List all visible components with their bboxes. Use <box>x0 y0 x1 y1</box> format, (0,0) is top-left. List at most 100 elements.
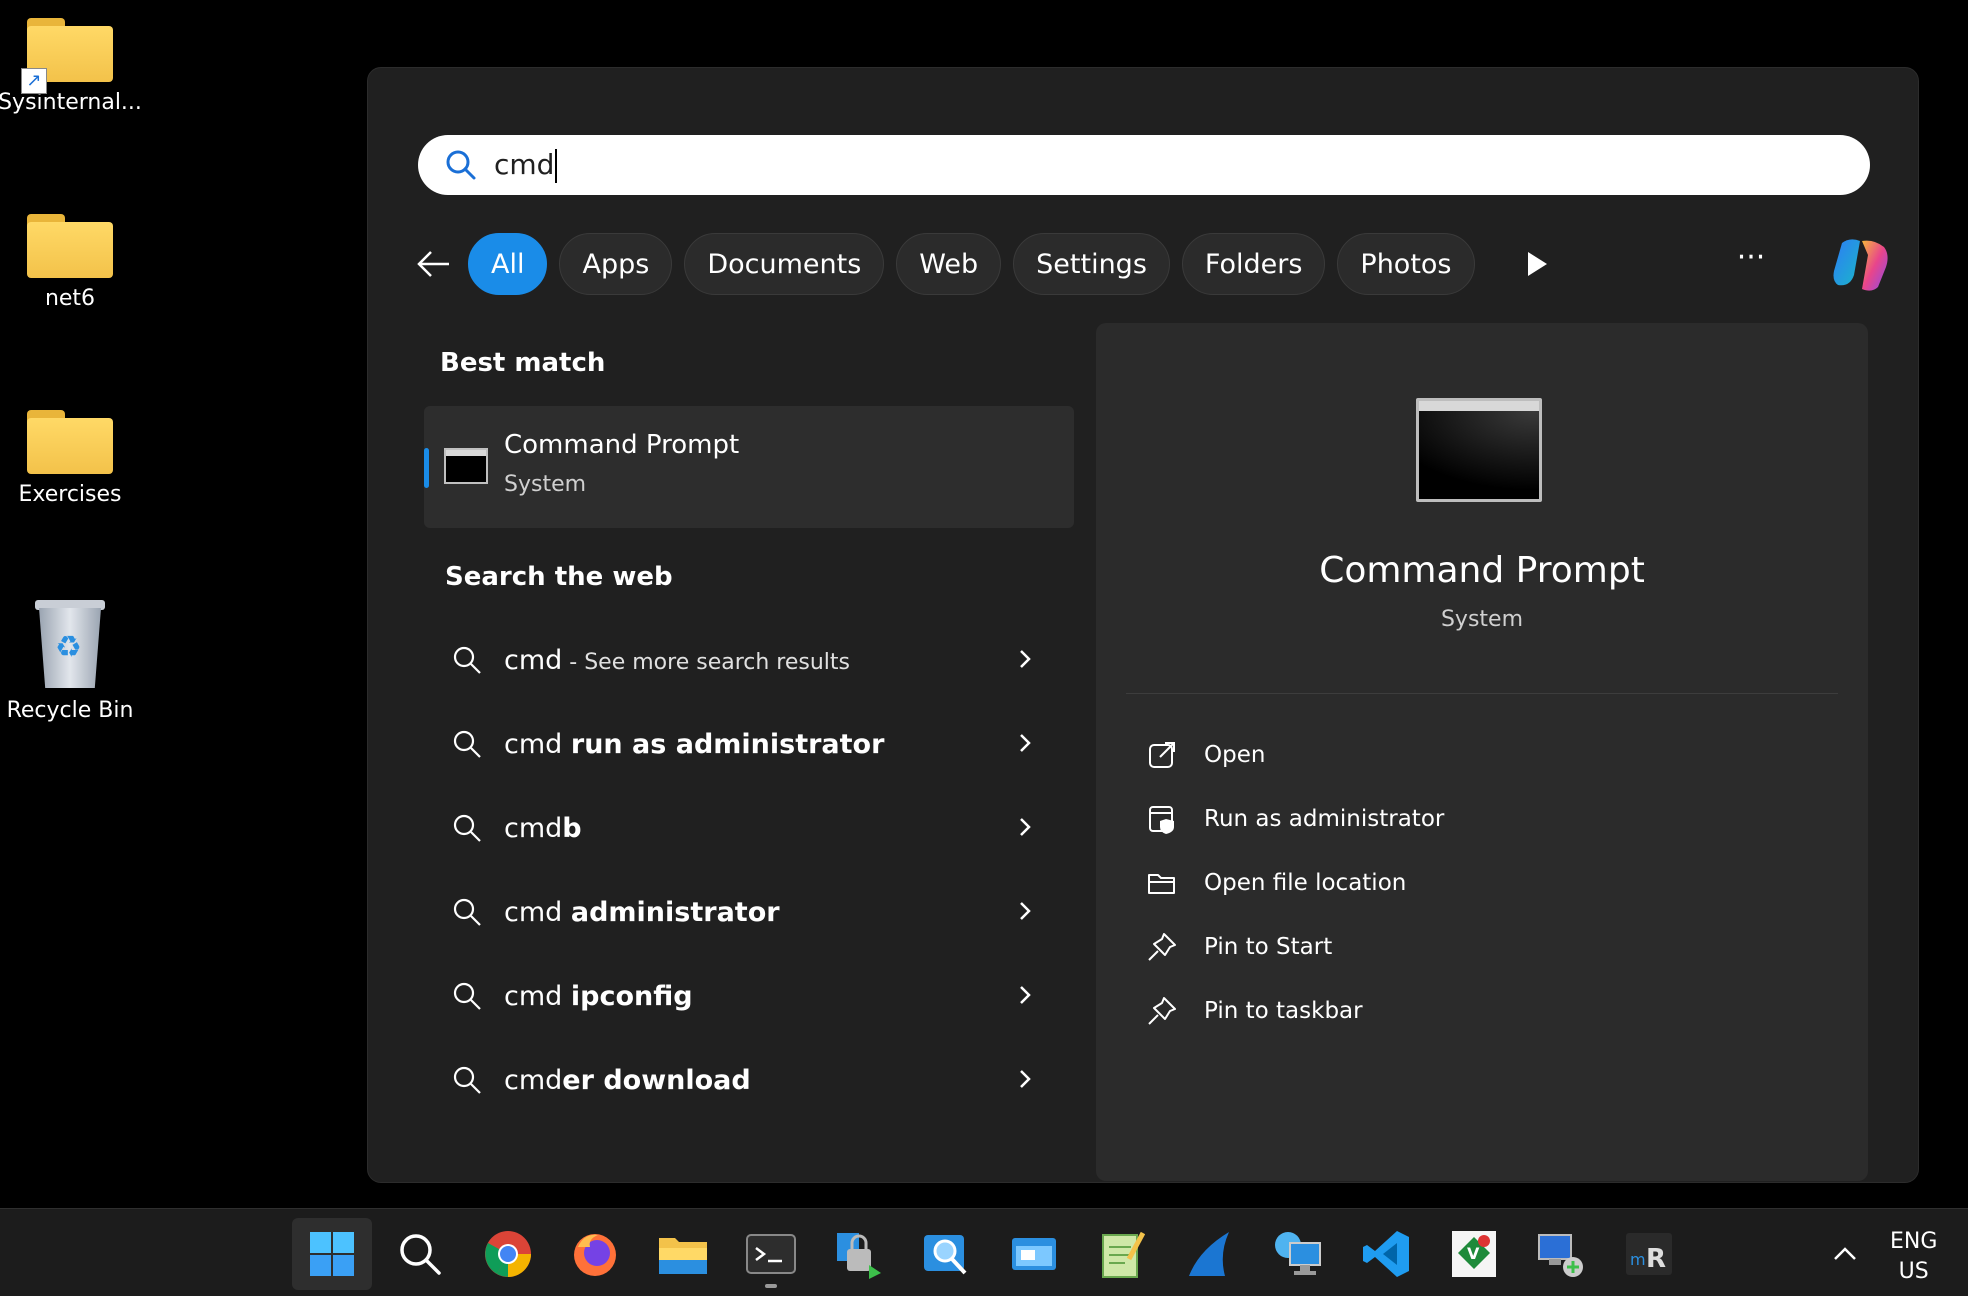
divider <box>1126 693 1838 694</box>
action-run-as-administrator[interactable]: Run as administrator <box>1146 787 1444 851</box>
taskbar-window-app[interactable] <box>994 1218 1074 1290</box>
taskbar-mremoteng[interactable]: mR <box>1609 1218 1689 1290</box>
best-match-title: Command Prompt <box>504 430 740 460</box>
language-code: ENG <box>1890 1229 1938 1254</box>
language-indicator[interactable]: ENG US <box>1890 1227 1937 1287</box>
web-result-text: cmd ipconfig <box>504 980 693 1012</box>
search-web-heading: Search the web <box>445 562 673 592</box>
command-prompt-icon <box>1416 398 1542 502</box>
desktop-icon-label: Recycle Bin <box>6 698 134 723</box>
folder-icon <box>27 214 113 278</box>
filter-chip-photos[interactable]: Photos <box>1337 233 1475 295</box>
taskbar-terminal[interactable] <box>731 1218 811 1290</box>
search-icon <box>400 1234 441 1275</box>
filter-chip-settings[interactable]: Settings <box>1013 233 1170 295</box>
remote-desktop-icon <box>1275 1232 1321 1275</box>
svg-text:V: V <box>1467 1244 1480 1263</box>
open-external-icon <box>1149 742 1175 768</box>
search-input[interactable]: cmd <box>418 135 1870 195</box>
copilot-icon[interactable] <box>1828 231 1894 297</box>
web-result-item[interactable]: cmdb <box>424 786 1074 870</box>
filter-chip-web[interactable]: Web <box>896 233 1002 295</box>
taskbar-file-explorer[interactable] <box>643 1218 723 1290</box>
web-result-item[interactable]: cmd administrator <box>424 870 1074 954</box>
action-open-file-location[interactable]: Open file location <box>1146 851 1444 915</box>
start-button[interactable] <box>292 1218 372 1290</box>
pin-icon <box>1148 997 1176 1025</box>
taskbar-magnifier-app[interactable] <box>906 1218 986 1290</box>
filter-bar: All Apps Documents Web Settings Folders … <box>398 231 1888 297</box>
play-icon <box>1527 252 1547 276</box>
chevron-right-icon <box>1020 902 1031 920</box>
mremoteng-icon: mR <box>1626 1233 1672 1275</box>
more-filters-button[interactable] <box>1517 244 1557 284</box>
file-explorer-icon <box>659 1238 707 1274</box>
chevron-right-icon <box>1020 650 1031 668</box>
taskbar-network-app[interactable] <box>1521 1218 1601 1290</box>
chevron-right-icon <box>1020 818 1031 836</box>
filter-chip-documents[interactable]: Documents <box>684 233 885 295</box>
taskbar-vim[interactable]: V <box>1434 1218 1514 1290</box>
details-pane: Command Prompt System Open Run as admini… <box>1096 323 1868 1181</box>
search-icon <box>453 1066 481 1094</box>
desktop-icon-net6[interactable]: net6 <box>0 214 140 311</box>
filter-chip-folders[interactable]: Folders <box>1181 233 1326 295</box>
best-match-heading: Best match <box>440 348 606 378</box>
taskbar-wireshark[interactable] <box>1170 1218 1250 1290</box>
chrome-icon <box>485 1231 531 1277</box>
lock-tool-icon <box>837 1233 881 1279</box>
action-open[interactable]: Open <box>1146 723 1444 787</box>
web-result-text: cmd run as administrator <box>504 728 885 760</box>
desktop-icon-sysinternals[interactable]: ↗ Sysinternal... <box>0 18 142 115</box>
notepad-icon <box>1102 1231 1145 1278</box>
network-computer-icon <box>1538 1234 1583 1277</box>
vim-icon: V <box>1452 1231 1496 1277</box>
search-icon <box>453 898 481 926</box>
vscode-icon <box>1363 1231 1409 1277</box>
web-result-item[interactable]: cmd run as administrator <box>424 702 1074 786</box>
desktop-icon-label: net6 <box>44 286 96 311</box>
taskbar-vscode[interactable] <box>1346 1218 1426 1290</box>
web-result-text: cmdb <box>504 812 582 844</box>
details-title: Command Prompt <box>1319 550 1645 591</box>
filter-chip-apps[interactable]: Apps <box>559 233 673 295</box>
filter-chip-all[interactable]: All <box>468 233 548 295</box>
recycle-bin-icon: ♻ <box>33 600 107 690</box>
svg-text:R: R <box>1646 1244 1666 1274</box>
folder-open-icon <box>1148 874 1175 894</box>
web-result-item[interactable]: cmder download <box>424 1038 1074 1122</box>
taskbar-chrome[interactable] <box>468 1218 548 1290</box>
action-label: Pin to taskbar <box>1204 998 1363 1024</box>
more-options-button[interactable]: ··· <box>1731 243 1771 283</box>
best-match-result[interactable]: Command Prompt System <box>424 406 1074 528</box>
chevron-right-icon <box>1020 734 1031 752</box>
taskbar-remote-desktop[interactable] <box>1258 1218 1338 1290</box>
window-app-icon <box>1012 1238 1056 1270</box>
web-result-item[interactable]: cmd - See more search results <box>424 618 1074 702</box>
windows-logo-icon <box>310 1232 354 1276</box>
taskbar-firefox[interactable] <box>555 1218 635 1290</box>
search-query-text[interactable]: cmd <box>494 148 558 183</box>
actions-list: Open Run as administrator Open file loca… <box>1146 723 1444 1043</box>
svg-text:m: m <box>1630 1250 1646 1269</box>
action-label: Open <box>1204 742 1266 768</box>
details-subtitle: System <box>1440 607 1524 632</box>
web-result-item[interactable]: cmd ipconfig <box>424 954 1074 1038</box>
search-icon <box>453 646 481 674</box>
action-pin-to-taskbar[interactable]: Pin to taskbar <box>1146 979 1444 1043</box>
back-button[interactable] <box>398 234 468 294</box>
taskbar-search-button[interactable] <box>380 1218 460 1290</box>
action-label: Run as administrator <box>1204 806 1445 832</box>
shortcut-arrow-icon: ↗ <box>21 68 47 94</box>
folder-icon: ↗ <box>21 18 113 94</box>
taskbar-security-tool[interactable] <box>818 1218 898 1290</box>
taskbar-notepad[interactable] <box>1082 1218 1162 1290</box>
command-prompt-icon <box>444 448 488 484</box>
web-result-text: cmder download <box>504 1064 751 1096</box>
desktop-icon-recycle-bin[interactable]: ♻ Recycle Bin <box>0 600 140 723</box>
magnifier-app-icon <box>924 1235 967 1275</box>
selection-indicator <box>424 448 429 488</box>
action-pin-to-start[interactable]: Pin to Start <box>1146 915 1444 979</box>
desktop-icon-exercises[interactable]: Exercises <box>0 410 140 507</box>
show-hidden-icons-button[interactable] <box>1825 1235 1865 1275</box>
